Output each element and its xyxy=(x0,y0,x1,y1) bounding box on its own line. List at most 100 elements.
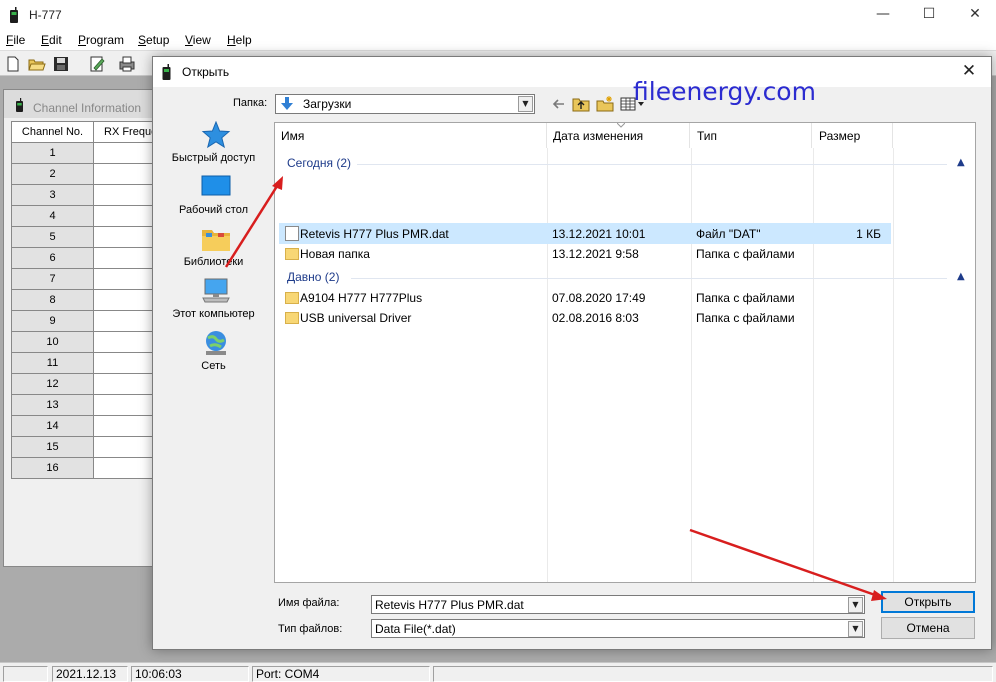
rx-frequency-cell[interactable] xyxy=(93,142,156,164)
menu-file[interactable]: File xyxy=(6,33,25,47)
column-header-type[interactable]: Тип xyxy=(691,123,812,148)
rx-frequency-cell[interactable] xyxy=(93,247,156,269)
open-folder-icon[interactable] xyxy=(28,55,46,73)
chevron-down-icon[interactable]: ▼ xyxy=(848,597,863,613)
rx-frequency-cell[interactable] xyxy=(93,394,156,416)
dialog-close-button[interactable]: ✕ xyxy=(949,57,989,87)
minimize-button[interactable]: — xyxy=(860,0,906,30)
filetype-select[interactable]: Data File(*.dat) ▼ xyxy=(371,619,865,638)
rx-frequency-cell[interactable] xyxy=(93,436,156,458)
radio-window-icon xyxy=(16,98,23,112)
filetype-label: Тип файлов: xyxy=(278,623,343,635)
file-name: A9104 H777 H777Plus xyxy=(300,291,423,305)
up-folder-icon[interactable] xyxy=(571,95,591,113)
rx-frequency-cell[interactable] xyxy=(93,310,156,332)
rx-frequency-cell[interactable] xyxy=(93,184,156,206)
table-row[interactable]: 13 xyxy=(11,394,156,416)
group-header-long-ago[interactable]: Давно (2) xyxy=(287,270,339,284)
radio-app-icon xyxy=(10,7,18,23)
dialog-titlebar[interactable]: Открыть ✕ xyxy=(153,57,991,87)
channel-number: 8 xyxy=(11,289,94,311)
menu-help[interactable]: Help xyxy=(227,33,252,47)
filetype-value: Data File(*.dat) xyxy=(375,622,456,636)
file-type: Папка с файлами xyxy=(696,311,795,325)
place-libraries[interactable]: Библиотеки xyxy=(161,225,266,275)
star-icon xyxy=(201,121,231,149)
table-row[interactable]: 7 xyxy=(11,268,156,290)
cancel-button[interactable]: Отмена xyxy=(881,617,975,639)
place-desktop[interactable]: Рабочий стол xyxy=(161,173,266,223)
file-row[interactable]: Новая папка 13.12.2021 9:58 Папка с файл… xyxy=(279,244,891,264)
file-list[interactable]: Имя Дата изменения Тип Размер Сегодня (2… xyxy=(274,122,976,583)
channel-number: 4 xyxy=(11,205,94,227)
group-header-today[interactable]: Сегодня (2) xyxy=(287,156,351,170)
table-row[interactable]: 9 xyxy=(11,310,156,332)
table-row[interactable]: 15 xyxy=(11,436,156,458)
save-icon[interactable] xyxy=(52,55,70,73)
rx-frequency-cell[interactable] xyxy=(93,268,156,290)
place-this-pc[interactable]: Этот компьютер xyxy=(161,277,266,327)
table-row[interactable]: 8 xyxy=(11,289,156,311)
open-button[interactable]: Открыть xyxy=(881,591,975,613)
menu-setup[interactable]: Setup xyxy=(138,33,169,47)
table-row[interactable]: 12 xyxy=(11,373,156,395)
channel-window-title: Channel Information xyxy=(33,101,142,115)
table-row[interactable]: 2 xyxy=(11,163,156,185)
column-header-rx-frequency[interactable]: RX Freque xyxy=(93,121,156,143)
place-network[interactable]: Сеть xyxy=(161,329,266,379)
watermark-text: fileenergy.com xyxy=(633,77,816,106)
rx-frequency-cell[interactable] xyxy=(93,415,156,437)
group-divider xyxy=(351,278,947,279)
channel-number: 10 xyxy=(11,331,94,353)
status-date: 2021.12.13 xyxy=(52,666,128,682)
close-app-button[interactable]: ✕ xyxy=(952,0,996,30)
rx-frequency-cell[interactable] xyxy=(93,457,156,479)
channel-number: 1 xyxy=(11,142,94,164)
place-label: Библиотеки xyxy=(183,256,244,268)
file-row[interactable]: USB universal Driver 02.08.2016 8:03 Пап… xyxy=(279,308,891,328)
table-row[interactable]: 6 xyxy=(11,247,156,269)
rx-frequency-cell[interactable] xyxy=(93,373,156,395)
menu-view[interactable]: View xyxy=(185,33,211,47)
edit-icon[interactable] xyxy=(88,55,106,73)
desktop-icon xyxy=(201,175,231,196)
rx-frequency-cell[interactable] xyxy=(93,205,156,227)
network-icon xyxy=(206,331,226,355)
print-icon[interactable] xyxy=(118,55,136,73)
rx-frequency-cell[interactable] xyxy=(93,352,156,374)
column-header-name[interactable]: Имя xyxy=(275,123,547,148)
table-row[interactable]: 16 xyxy=(11,457,156,479)
chevron-down-icon[interactable]: ▼ xyxy=(848,621,863,637)
table-row[interactable]: 14 xyxy=(11,415,156,437)
new-file-icon[interactable] xyxy=(4,55,22,73)
table-row[interactable]: 5 xyxy=(11,226,156,248)
table-row[interactable]: 1 xyxy=(11,142,156,164)
chevron-up-icon[interactable]: ▲ xyxy=(957,157,965,168)
column-header-channel-no[interactable]: Channel No. xyxy=(11,121,94,143)
chevron-up-icon[interactable]: ▲ xyxy=(957,271,965,282)
new-folder-icon[interactable] xyxy=(595,95,615,113)
folder-icon xyxy=(285,248,299,260)
rx-frequency-cell[interactable] xyxy=(93,163,156,185)
filename-input[interactable]: Retevis H777 Plus PMR.dat ▼ xyxy=(371,595,865,614)
lookin-dropdown[interactable]: Загрузки ▼ xyxy=(275,94,535,114)
menu-edit[interactable]: Edit xyxy=(41,33,62,47)
rx-frequency-cell[interactable] xyxy=(93,331,156,353)
table-row[interactable]: 4 xyxy=(11,205,156,227)
rx-frequency-cell[interactable] xyxy=(93,226,156,248)
table-row[interactable]: 11 xyxy=(11,352,156,374)
maximize-button[interactable]: ☐ xyxy=(906,0,952,30)
place-quick-access[interactable]: Быстрый доступ xyxy=(161,121,266,171)
column-header-size[interactable]: Размер xyxy=(813,123,893,148)
menu-program[interactable]: Program xyxy=(78,33,124,47)
column-divider xyxy=(691,148,692,582)
chevron-down-icon[interactable]: ▼ xyxy=(518,96,533,112)
table-row[interactable]: 3 xyxy=(11,184,156,206)
table-row[interactable]: 10 xyxy=(11,331,156,353)
file-row[interactable]: A9104 H777 H777Plus 07.08.2020 17:49 Пап… xyxy=(279,288,891,308)
back-arrow-icon[interactable] xyxy=(549,95,569,113)
column-divider xyxy=(893,148,894,582)
rx-frequency-cell[interactable] xyxy=(93,289,156,311)
channel-window-titlebar[interactable]: Channel Information xyxy=(4,90,154,118)
file-row-selected[interactable]: Retevis H777 Plus PMR.dat 13.12.2021 10:… xyxy=(279,224,891,244)
